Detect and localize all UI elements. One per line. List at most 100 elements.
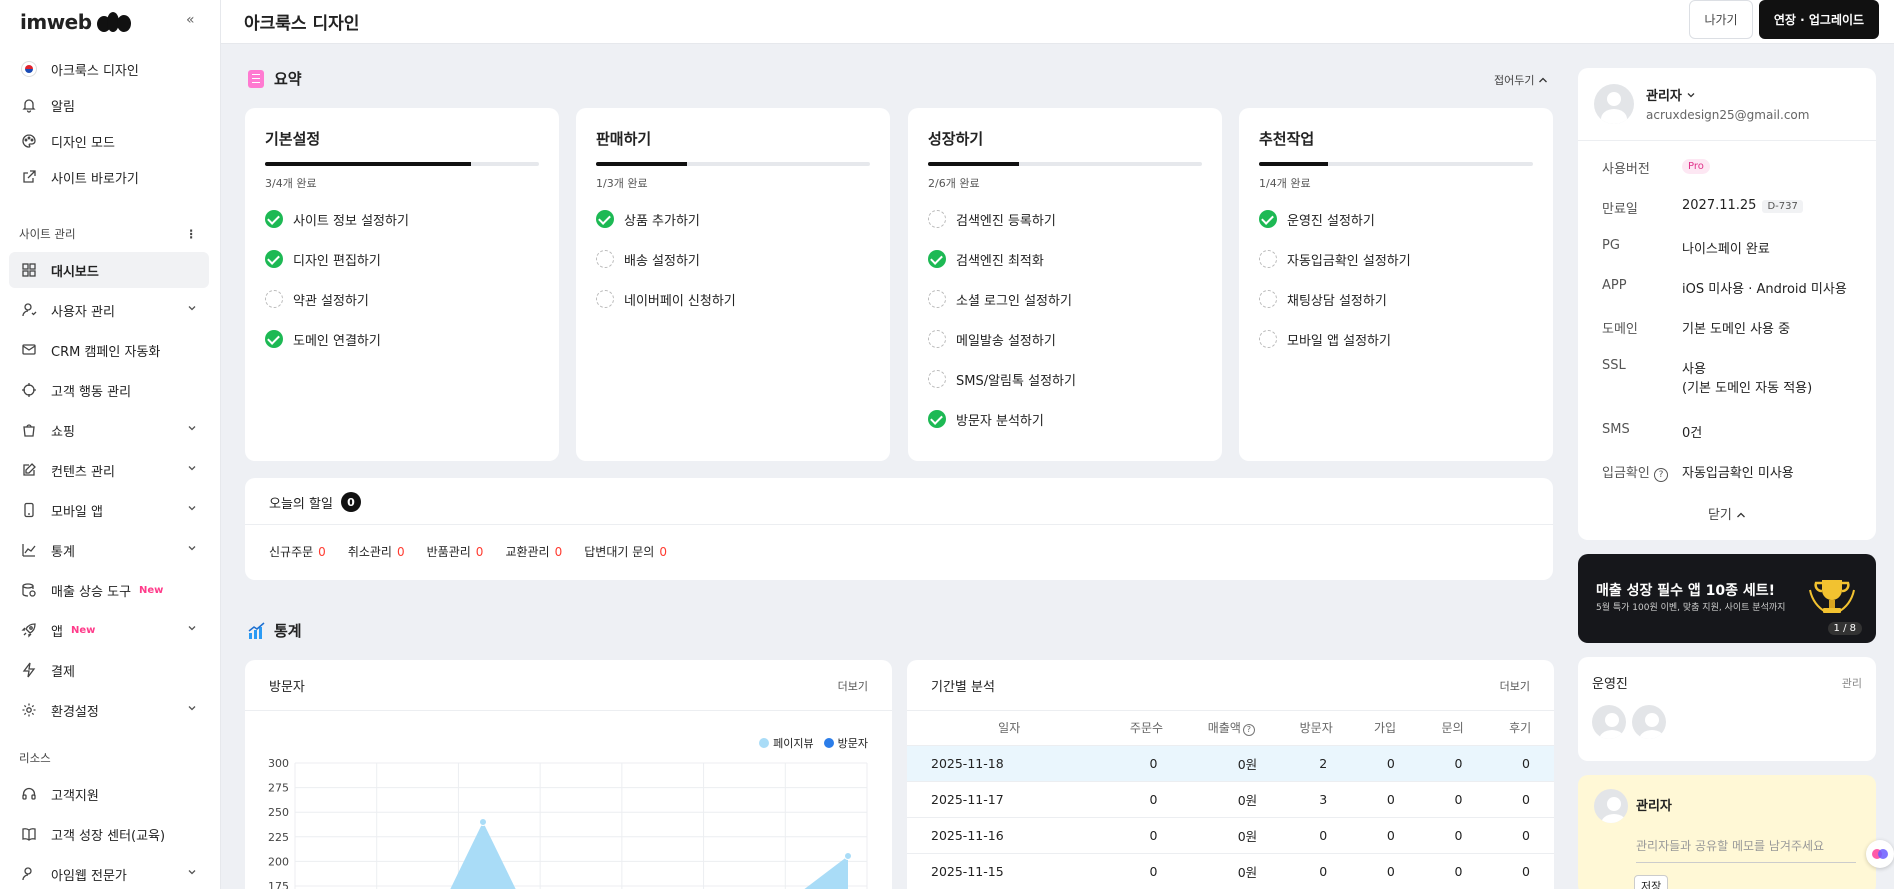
sidebar-item-crm[interactable]: CRM 캠페인 자동화 (9, 332, 209, 368)
rocket-icon (19, 620, 39, 640)
task-item[interactable]: SMS/알림톡 설정하기 (928, 370, 1076, 410)
sidebar-item-label: 고객지원 (51, 788, 99, 804)
task-item[interactable]: 모바일 앱 설정하기 (1259, 330, 1411, 370)
table-row[interactable]: 2025-11-18 0 0원 2 0 0 0 (907, 744, 1554, 781)
task-item[interactable]: 자동입금확인 설정하기 (1259, 250, 1411, 290)
sidebar-site-selector[interactable]: 아크룩스 디자인 (9, 51, 209, 87)
task-item[interactable]: 소셜 로그인 설정하기 (928, 290, 1076, 330)
task-card-title: 기본설정 (265, 130, 321, 148)
sidebar-item-mobile-app[interactable]: 모바일 앱 (9, 492, 209, 528)
sidebar-manage-nav: 사이트 관리 ⋮ 대시보드 사용자 관리 CRM 캠페인 자동화 고객 행동 관… (9, 220, 209, 728)
upgrade-button[interactable]: 연장 · 업그레이드 (1759, 0, 1879, 39)
sidebar-item-notifications[interactable]: 알림 (9, 87, 209, 123)
profile-close-toggle[interactable]: 닫기 (1578, 504, 1876, 523)
user-icon (19, 300, 39, 320)
sidebar-item-dashboard[interactable]: 대시보드 (9, 252, 209, 288)
help-icon[interactable]: ? (1653, 468, 1668, 482)
avatar[interactable] (1632, 705, 1666, 739)
promo-banner[interactable]: 매출 성장 필수 앱 10종 세트! 5월 특가 100원 이벤, 맞춤 지원,… (1578, 554, 1876, 643)
task-item[interactable]: 도메인 연결하기 (265, 330, 409, 370)
info-row-ssl: SSL 사용 (기본 도메인 자동 적용) (1602, 358, 1813, 396)
exit-button[interactable]: 나가기 (1689, 0, 1753, 39)
sidebar-item-experts[interactable]: 아임웹 전문가 (9, 856, 209, 889)
sidebar-item-support[interactable]: 고객지원 (9, 776, 209, 812)
sidebar-item-contents[interactable]: 컨텐츠 관리 (9, 452, 209, 488)
new-badge: New (70, 624, 96, 636)
sidebar-item-growth-center[interactable]: 고객 성장 센터(교육) (9, 816, 209, 852)
help-icon[interactable]: ? (1242, 724, 1255, 737)
chevron-down-icon (187, 622, 197, 637)
task-item[interactable]: 사이트 정보 설정하기 (265, 210, 409, 250)
todo-card: 오늘의 할일 0 신규주문 0 취소관리 0 반품관리 0 교환관리 0 답변대기 문의… (245, 478, 1553, 580)
mail-cycle-icon (19, 340, 39, 360)
sidebar-item-shopping[interactable]: 쇼핑 (9, 412, 209, 448)
more-vertical-icon[interactable]: ⋮ (186, 227, 198, 241)
sidebar-item-customer-behavior[interactable]: 고객 행동 관리 (9, 372, 209, 408)
table-cell: 0 (1111, 852, 1182, 889)
task-item[interactable]: 디자인 편집하기 (265, 250, 409, 290)
avatar (1594, 789, 1628, 823)
memo-save-button[interactable]: 저장 (1634, 875, 1669, 889)
sidebar-item-label: 통계 (51, 544, 75, 560)
table-row[interactable]: 2025-11-16 0 0원 0 0 0 0 (907, 816, 1554, 853)
task-item[interactable]: 검색엔진 등록하기 (928, 210, 1076, 250)
task-item[interactable]: 방문자 분석하기 (928, 410, 1076, 450)
period-more-link[interactable]: 더보기 (1500, 678, 1530, 694)
table-cell: 0 (1111, 816, 1182, 853)
sidebar-item-payment[interactable]: 결제 (9, 652, 209, 688)
progress-bar (928, 162, 1202, 166)
memo-input[interactable]: 관리자들과 공유할 메모를 남겨주세요 (1636, 837, 1856, 863)
sidebar-item-design-mode[interactable]: 디자인 모드 (9, 123, 209, 159)
sidebar-item-visit-site[interactable]: 사이트 바로가기 (9, 159, 209, 195)
empty-circle-icon (596, 250, 614, 268)
sidebar-item-apps[interactable]: 앱 New (9, 612, 209, 648)
assistant-fab[interactable] (1866, 840, 1894, 868)
task-item[interactable]: 검색엔진 최적화 (928, 250, 1076, 290)
task-card-title: 추천작업 (1259, 130, 1315, 148)
sidebar-item-sales-tools[interactable]: 매출 상승 도구 New (9, 572, 209, 608)
task-label: SMS/알림톡 설정하기 (956, 374, 1076, 389)
todo-item-new-orders[interactable]: 신규주문 0 (269, 543, 326, 560)
table-header: 가입 (1373, 721, 1397, 736)
todo-item-exchange[interactable]: 교환관리 0 (505, 543, 562, 560)
summary-title: 요약 (274, 70, 302, 88)
collapse-sidebar-icon[interactable]: « (186, 12, 195, 28)
task-item[interactable]: 배송 설정하기 (596, 250, 736, 290)
task-item[interactable]: 상품 추가하기 (596, 210, 736, 250)
trophy-icon (1809, 580, 1855, 613)
banner-title: 매출 성장 필수 앱 10종 세트! (1596, 583, 1776, 599)
fold-toggle[interactable]: 접어두기 (1494, 72, 1548, 88)
table-row[interactable]: 2025-11-15 0 0원 0 0 0 0 (907, 852, 1554, 889)
sidebar-item-statistics[interactable]: 통계 (9, 532, 209, 568)
sidebar-item-label: 디자인 모드 (51, 135, 115, 151)
target-icon (19, 380, 39, 400)
chevron-down-icon (187, 422, 197, 437)
task-item[interactable]: 운영진 설정하기 (1259, 210, 1411, 250)
task-label: 디자인 편집하기 (293, 254, 381, 269)
user-check-icon (19, 864, 39, 884)
table-cell: 2 (1281, 744, 1352, 781)
profile-name-dropdown[interactable]: 관리자 (1646, 85, 1696, 104)
empty-circle-icon (928, 290, 946, 308)
task-item[interactable]: 메일발송 설정하기 (928, 330, 1076, 370)
sidebar-site-name: 아크룩스 디자인 (51, 63, 139, 79)
table-row[interactable]: 2025-11-17 0 0원 3 0 0 0 (907, 780, 1554, 817)
sidebar-item-settings[interactable]: 환경설정 (9, 692, 209, 728)
summary-heading: 요약 (248, 68, 302, 89)
chevron-up-icon (1538, 74, 1548, 87)
sidebar-top-nav: 아크룩스 디자인 알림 디자인 모드 사이트 바로가기 (9, 51, 209, 195)
task-item[interactable]: 네이버페이 신청하기 (596, 290, 736, 330)
todo-item-cancel[interactable]: 취소관리 0 (348, 543, 405, 560)
task-item[interactable]: 채팅상담 설정하기 (1259, 290, 1411, 330)
todo-item-inquiries[interactable]: 답변대기 문의 0 (584, 543, 667, 560)
avatar[interactable] (1592, 705, 1626, 739)
sidebar-item-users[interactable]: 사용자 관리 (9, 292, 209, 328)
avatar[interactable] (1594, 84, 1634, 124)
todo-item-return[interactable]: 반품관리 0 (427, 543, 484, 560)
table-cell: 0 (1111, 744, 1182, 781)
chevron-down-icon (187, 542, 197, 557)
operators-manage-link[interactable]: 관리 (1842, 675, 1862, 691)
brand-logo[interactable]: imweb (20, 10, 131, 34)
task-item[interactable]: 약관 설정하기 (265, 290, 409, 330)
visitor-area-chart: 300 275 250 225 200 175 (268, 757, 868, 889)
